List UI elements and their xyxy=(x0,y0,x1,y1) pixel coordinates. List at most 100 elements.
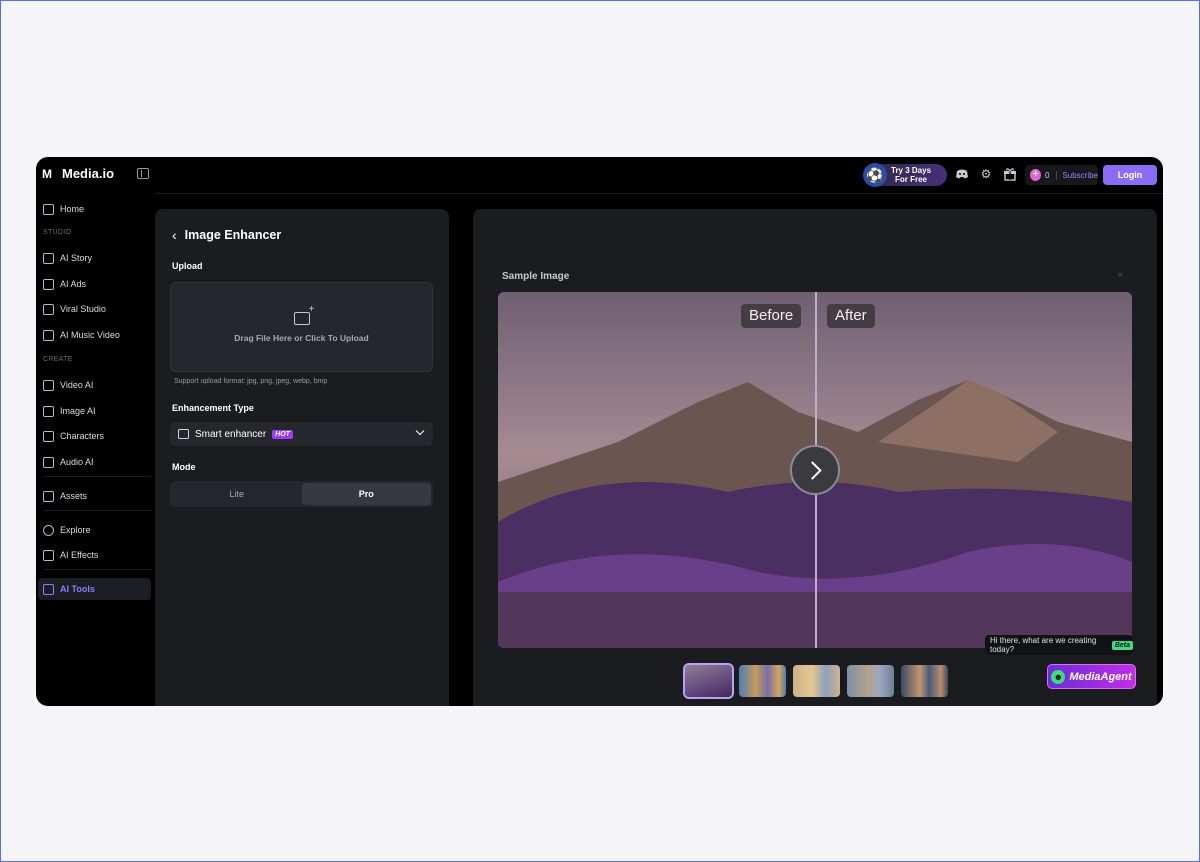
sidebar-item-label: Explore xyxy=(60,525,91,535)
free-trial-promo[interactable]: ⚽ Try 3 Days For Free xyxy=(863,163,947,187)
gift-icon[interactable] xyxy=(1003,167,1017,181)
mode-toggle: Lite Pro xyxy=(170,481,433,507)
sidebar-item-label: AI Ads xyxy=(60,279,87,289)
sidebar-item-label: AI Music Video xyxy=(60,330,120,340)
credit-divider xyxy=(1055,170,1057,180)
ai-effects-sparkle-icon xyxy=(43,549,54,561)
sidebar-item-ai-story[interactable]: AI Story xyxy=(38,247,151,269)
page-title-text: Image Enhancer xyxy=(184,228,282,242)
sample-thumbnail[interactable] xyxy=(683,663,734,699)
preview-panel: Sample Image × Before After Hi there, wh… xyxy=(473,209,1157,706)
characters-icon xyxy=(43,430,54,442)
sidebar-item-label: Home xyxy=(60,204,85,214)
promo-text: Try 3 Days For Free xyxy=(891,166,931,184)
assets-folder-icon xyxy=(43,490,54,502)
enhancement-type-select[interactable]: Smart enhancer HOT xyxy=(170,422,433,446)
sidebar-item-image-ai[interactable]: Image AI xyxy=(38,400,151,422)
beta-badge: Beta xyxy=(1111,640,1133,650)
section-studio: STUDIO xyxy=(43,229,72,236)
upload-format-note: Support upload format: jpg, png, jpeg, w… xyxy=(174,378,328,385)
sidebar-item-ai-tools[interactable]: AI Tools xyxy=(38,578,151,600)
sidebar-item-label: Video AI xyxy=(60,380,94,390)
sidebar-item-viral-studio[interactable]: Viral Studio xyxy=(38,298,151,320)
close-icon[interactable]: × xyxy=(1117,270,1123,281)
soccer-ball-icon: ⚽ xyxy=(863,163,887,187)
sidebar-item-ai-ads[interactable]: AI Ads xyxy=(38,273,151,295)
mode-pro-option[interactable]: Pro xyxy=(301,483,431,505)
sidebar-item-audio-ai[interactable]: Audio AI xyxy=(38,451,151,473)
sidebar-item-characters[interactable]: Characters xyxy=(38,425,151,447)
settings-gear-icon[interactable]: ⚙ xyxy=(979,167,993,181)
before-after-compare[interactable]: Before After xyxy=(498,292,1132,648)
sidebar-divider xyxy=(43,569,151,570)
sidebar-item-label: AI Tools xyxy=(60,584,95,594)
sidebar-item-assets[interactable]: Assets xyxy=(38,485,151,507)
topbar-divider xyxy=(155,193,1163,194)
sidebar-item-label: Assets xyxy=(60,491,88,501)
tool-settings-panel: ‹ Image Enhancer Upload Drag File Here o… xyxy=(155,209,449,706)
media-agent-button[interactable]: ☻ MediaAgent xyxy=(1047,664,1136,689)
sample-thumbnail[interactable] xyxy=(793,665,840,697)
subscribe-link[interactable]: Subscribe xyxy=(1062,171,1098,180)
mode-label: Mode xyxy=(172,462,196,472)
ai-tools-grid-icon xyxy=(43,583,54,595)
promo-line-1: Try 3 Days xyxy=(891,166,932,175)
chevron-down-icon xyxy=(415,426,425,436)
credit-count: 0 xyxy=(1045,170,1050,180)
sidebar-divider xyxy=(43,476,151,477)
sidebar-item-video-ai[interactable]: Video AI xyxy=(38,374,151,396)
sample-thumbnails xyxy=(683,663,948,699)
top-bar: M Media.io ⚽ Try 3 Days For Free ⚙ + 0 S… xyxy=(36,157,1163,193)
sidebar-item-ai-effects[interactable]: AI Effects xyxy=(38,544,151,566)
sidebar-item-explore[interactable]: Explore xyxy=(38,519,151,541)
explore-compass-icon xyxy=(43,524,54,536)
sidebar-item-label: Audio AI xyxy=(60,457,94,467)
media-agent-face-icon: ☻ xyxy=(1051,669,1066,684)
add-image-icon xyxy=(293,304,314,325)
page-title: ‹ Image Enhancer xyxy=(172,227,281,243)
sidebar-item-home[interactable]: Home xyxy=(38,198,151,220)
hot-badge: HOT xyxy=(272,429,293,439)
discord-icon[interactable] xyxy=(955,167,969,181)
home-icon xyxy=(43,203,54,215)
music-video-icon xyxy=(43,329,54,341)
ai-ads-icon xyxy=(43,278,54,290)
sample-thumbnail[interactable] xyxy=(739,665,786,697)
upload-label: Upload xyxy=(172,261,203,271)
sidebar-item-label: Image AI xyxy=(60,406,96,416)
audio-ai-icon xyxy=(43,456,54,468)
credits-widget[interactable]: + 0 Subscribe xyxy=(1025,165,1098,185)
image-ai-icon xyxy=(43,405,54,417)
enhancement-type-label: Enhancement Type xyxy=(172,403,254,413)
after-label: After xyxy=(827,304,875,328)
logo-mark-icon: M xyxy=(42,166,52,181)
upload-instruction: Drag File Here or Click To Upload xyxy=(234,332,369,343)
credit-plus-icon: + xyxy=(1030,169,1042,181)
login-button[interactable]: Login xyxy=(1103,165,1157,185)
section-create: CREATE xyxy=(43,356,73,363)
mode-lite-option[interactable]: Lite xyxy=(172,483,302,505)
compare-slider-handle[interactable] xyxy=(790,445,840,495)
upload-dropzone[interactable]: Drag File Here or Click To Upload xyxy=(170,282,433,372)
sidebar-item-ai-music-video[interactable]: AI Music Video xyxy=(38,324,151,346)
sidebar-toggle-icon[interactable] xyxy=(137,168,149,179)
media-agent-label: MediaAgent xyxy=(1069,670,1132,683)
video-ai-icon xyxy=(43,379,54,391)
sidebar-item-label: Viral Studio xyxy=(60,304,106,314)
sidebar-divider xyxy=(43,510,151,511)
sample-image-title: Sample Image xyxy=(502,271,570,282)
app-name: Media.io xyxy=(62,166,115,181)
promo-line-2: For Free xyxy=(895,175,928,184)
sidebar: Home STUDIO AI Story AI Ads Viral Studio… xyxy=(36,194,155,706)
agent-chat-bubble[interactable]: Hi there, what are we creating today? Be… xyxy=(985,635,1133,655)
ai-story-icon xyxy=(43,252,54,264)
viral-studio-icon xyxy=(43,303,54,315)
sample-thumbnail[interactable] xyxy=(847,665,894,697)
sidebar-item-label: Characters xyxy=(60,431,105,441)
logo[interactable]: M Media.io xyxy=(42,166,114,181)
sample-thumbnail[interactable] xyxy=(901,665,948,697)
sidebar-item-label: AI Story xyxy=(60,253,93,263)
back-chevron-icon[interactable]: ‹ xyxy=(172,227,177,243)
before-label: Before xyxy=(741,304,802,328)
agent-prompt-text: Hi there, what are we creating today? xyxy=(990,636,1097,654)
